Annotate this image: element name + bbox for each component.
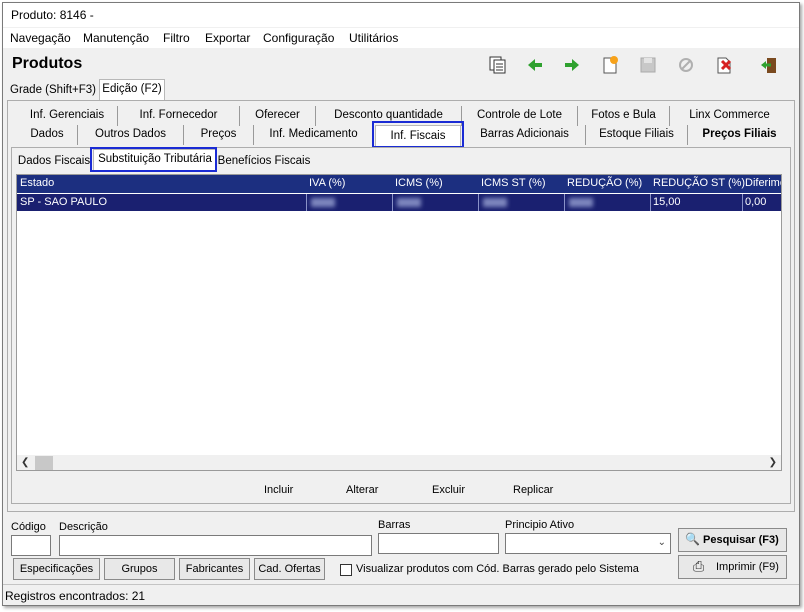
cell-divider [478,194,479,211]
principio-ativo-select[interactable]: ⌄ [505,533,671,554]
excluir-button[interactable]: Excluir [432,484,465,496]
tab-inf-fornecedor[interactable]: Inf. Fornecedor [117,106,239,126]
window-title: Produto: 8146 - [11,8,94,22]
cad-ofertas-button[interactable]: Cad. Ofertas [254,558,325,580]
tab-dados[interactable]: Dados [17,125,77,145]
tab-inf-medicamento[interactable]: Inf. Medicamento [253,125,373,145]
tab-barras-adicionais[interactable]: Barras Adicionais [463,125,585,145]
barras-label: Barras [378,519,411,531]
tab-fotos-bula[interactable]: Fotos e Bula [577,106,669,126]
product-window: Produto: 8146 - Navegação Manutenção Fil… [2,2,800,606]
col-icms-st[interactable]: ICMS ST (%) [481,177,546,189]
cell-reducao-blurred [569,198,593,207]
tab-oferecer[interactable]: Oferecer [239,106,315,126]
tab-edicao[interactable]: Edição (F2) [99,79,165,101]
arrow-left-icon[interactable] [524,54,546,76]
arrow-right-icon[interactable] [561,54,583,76]
cell-icms-blurred [397,198,421,207]
col-diferimento[interactable]: Diferime [745,177,781,189]
search-icon: 🔍 [685,532,700,546]
tab-grade[interactable]: Grade (Shift+F3) [8,81,98,101]
exit-icon[interactable] [758,54,780,76]
scroll-thumb[interactable] [35,456,53,470]
descricao-field[interactable] [59,535,372,556]
tab-inf-gerenciais[interactable]: Inf. Gerenciais [17,106,117,126]
tab-outros-dados[interactable]: Outros Dados [77,125,183,145]
copy-icon[interactable] [486,54,508,76]
col-reducao[interactable]: REDUÇÃO (%) [567,177,642,189]
subtab-dados-fiscais[interactable]: Dados Fiscais [15,152,93,172]
codigo-label: Código [11,521,46,533]
horizontal-scrollbar[interactable]: ❮ ❯ [17,455,781,470]
menu-bar: Navegação Manutenção Filtro Exportar Con… [3,28,799,48]
cod-barras-checkbox-label: Visualizar produtos com Cód. Barras gera… [356,563,639,575]
title-bar: Produto: 8146 - [3,3,799,27]
codigo-field[interactable] [11,535,51,556]
records-count: Registros encontrados: 21 [5,589,146,603]
menu-filtro[interactable]: Filtro [163,31,190,45]
page-title: Produtos [12,55,83,72]
cell-diferimento: 0,00 [745,196,767,208]
alterar-button[interactable]: Alterar [346,484,378,496]
cell-divider [564,194,565,211]
imprimir-label: Imprimir (F9) [716,561,779,573]
pesquisar-button[interactable]: 🔍 Pesquisar (F3) [678,528,787,552]
new-icon[interactable] [599,54,621,76]
menu-configuracao[interactable]: Configuração [263,31,334,45]
cell-reducao-st: 15,00 [653,196,681,208]
cell-divider [306,194,307,211]
menu-navegacao[interactable]: Navegação [10,31,71,45]
tab-precos-filiais[interactable]: Preços Filiais [687,125,791,145]
col-icms[interactable]: ICMS (%) [395,177,443,189]
menu-manutencao[interactable]: Manutenção [83,31,149,45]
col-estado[interactable]: Estado [20,177,54,189]
cell-estado: SP - SAO PAULO [20,196,108,208]
cell-iva-blurred [311,198,335,207]
descricao-label: Descrição [59,521,108,533]
highlight-inf-fiscais [372,121,464,148]
status-bar: Registros encontrados: 21 [3,584,799,605]
menu-exportar[interactable]: Exportar [205,31,250,45]
chevron-down-icon: ⌄ [657,537,666,548]
cancel-icon[interactable] [675,54,697,76]
incluir-button[interactable]: Incluir [264,484,293,496]
subtab-beneficios-fiscais[interactable]: Benefícios Fiscais [217,152,311,172]
col-iva[interactable]: IVA (%) [309,177,345,189]
principio-ativo-label: Principio Ativo [505,519,575,531]
scroll-left-icon[interactable]: ❮ [21,457,29,468]
tab-precos[interactable]: Preços [183,125,253,145]
grupos-button[interactable]: Grupos [104,558,175,580]
cell-divider [742,194,743,211]
col-reducao-st[interactable]: REDUÇÃO ST (%) [653,177,745,189]
header-toolbar: Produtos [3,51,799,79]
table-row[interactable]: SP - SAO PAULO 15,00 0,00 [17,194,781,211]
save-icon[interactable] [637,54,659,76]
menu-utilitarios[interactable]: Utilitários [349,31,398,45]
cod-barras-checkbox[interactable] [340,564,352,576]
imprimir-button[interactable]: ⎙ Imprimir (F9) [678,555,787,579]
barras-field[interactable] [378,533,499,554]
tab-linx-commerce[interactable]: Linx Commerce [669,106,789,126]
cell-divider [650,194,651,211]
scroll-right-icon[interactable]: ❯ [769,457,777,468]
tab-estoque-filiais[interactable]: Estoque Filiais [585,125,687,145]
pesquisar-label: Pesquisar (F3) [703,534,779,546]
highlight-substituicao-tributaria [90,147,217,172]
cell-divider [392,194,393,211]
tax-grid[interactable]: Estado IVA (%) ICMS (%) ICMS ST (%) REDU… [16,174,782,471]
grid-header: Estado IVA (%) ICMS (%) ICMS ST (%) REDU… [17,175,781,193]
replicar-button[interactable]: Replicar [513,484,553,496]
printer-icon: ⎙ [693,558,705,574]
especificacoes-button[interactable]: Especificações [13,558,100,580]
delete-icon[interactable] [713,54,735,76]
fabricantes-button[interactable]: Fabricantes [179,558,250,580]
tab-controle-lote[interactable]: Controle de Lote [461,106,577,126]
cell-icms-st-blurred [483,198,507,207]
